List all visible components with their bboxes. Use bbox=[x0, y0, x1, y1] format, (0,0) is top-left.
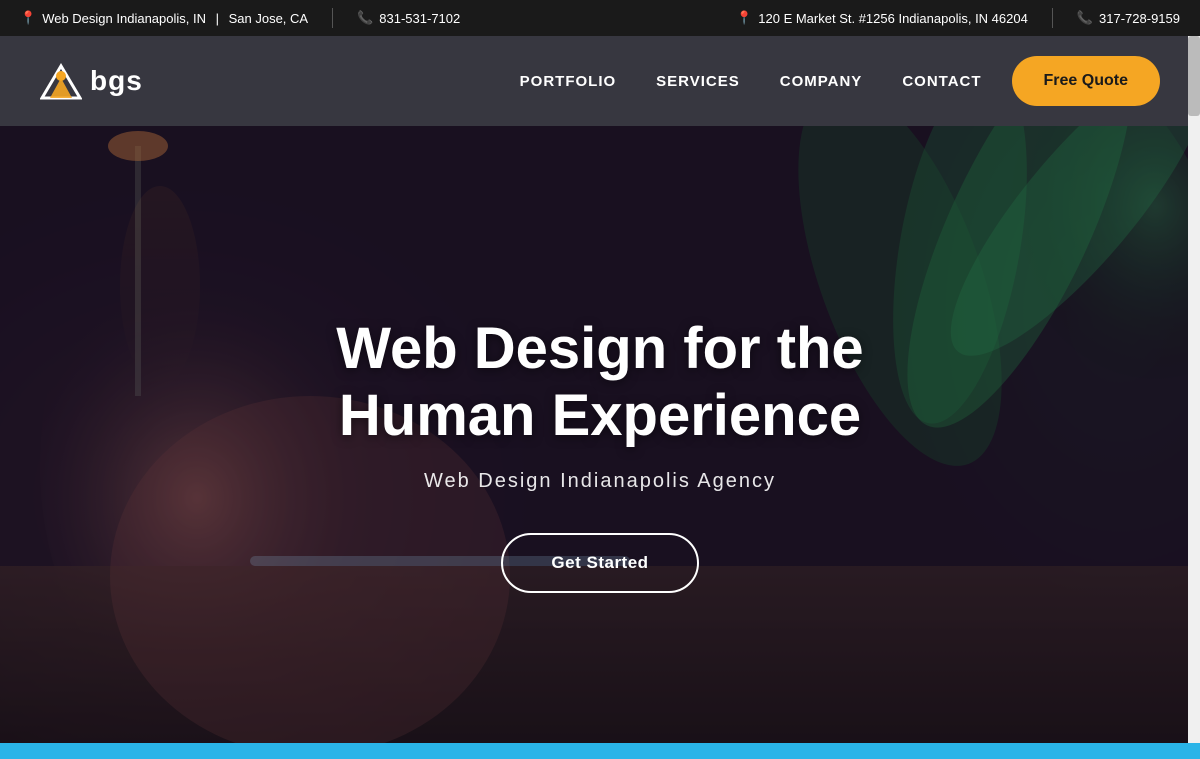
location-1-city: San Jose, CA bbox=[229, 11, 309, 26]
nav-links: PORTFOLIO SERVICES COMPANY CONTACT bbox=[520, 73, 982, 90]
navbar: bgs PORTFOLIO SERVICES COMPANY CONTACT F… bbox=[0, 36, 1200, 126]
phone-2[interactable]: 📞 317-728-9159 bbox=[1077, 10, 1180, 26]
hero-content: Web Design for the Human Experience Web … bbox=[336, 316, 863, 592]
phone-icon-1: 📞 bbox=[357, 10, 373, 26]
nav-services[interactable]: SERVICES bbox=[656, 73, 740, 90]
phone-icon-2: 📞 bbox=[1077, 10, 1093, 26]
location-icon-2: 📍 bbox=[736, 10, 752, 26]
top-bar-right: 📍 120 E Market St. #1256 Indianapolis, I… bbox=[736, 8, 1180, 28]
logo-text: bgs bbox=[90, 65, 143, 97]
logo-icon bbox=[40, 60, 82, 102]
phone-2-number: 317-728-9159 bbox=[1099, 11, 1180, 26]
bottom-bar bbox=[0, 743, 1200, 759]
hero-subheading: Web Design Indianapolis Agency bbox=[336, 470, 863, 493]
top-bar-left: 📍 Web Design Indianapolis, IN | San Jose… bbox=[20, 8, 736, 28]
hero-heading: Web Design for the Human Experience bbox=[336, 316, 863, 449]
location-1: 📍 Web Design Indianapolis, IN | San Jose… bbox=[20, 10, 308, 26]
location-2-text: 120 E Market St. #1256 Indianapolis, IN … bbox=[758, 11, 1028, 26]
location-divider: | bbox=[212, 11, 223, 26]
free-quote-button[interactable]: Free Quote bbox=[1012, 56, 1160, 106]
scroll-thumb[interactable] bbox=[1188, 36, 1200, 116]
logo[interactable]: bgs bbox=[40, 60, 143, 102]
nav-company[interactable]: COMPANY bbox=[780, 73, 863, 90]
top-bar-divider-2 bbox=[1052, 8, 1053, 28]
phone-1[interactable]: 📞 831-531-7102 bbox=[357, 10, 460, 26]
top-bar: 📍 Web Design Indianapolis, IN | San Jose… bbox=[0, 0, 1200, 36]
get-started-button[interactable]: Get Started bbox=[501, 533, 698, 593]
scrollbar[interactable] bbox=[1188, 36, 1200, 743]
location-2: 📍 120 E Market St. #1256 Indianapolis, I… bbox=[736, 10, 1028, 26]
location-1-text: Web Design Indianapolis, IN bbox=[42, 11, 206, 26]
hero-section: Web Design for the Human Experience Web … bbox=[0, 126, 1200, 743]
hero-heading-line2: Human Experience bbox=[339, 383, 861, 448]
nav-portfolio[interactable]: PORTFOLIO bbox=[520, 73, 617, 90]
location-icon-1: 📍 bbox=[20, 10, 36, 26]
phone-1-number: 831-531-7102 bbox=[379, 11, 460, 26]
nav-contact[interactable]: CONTACT bbox=[902, 73, 981, 90]
top-bar-divider-1 bbox=[332, 8, 333, 28]
hero-heading-line1: Web Design for the bbox=[336, 316, 863, 381]
